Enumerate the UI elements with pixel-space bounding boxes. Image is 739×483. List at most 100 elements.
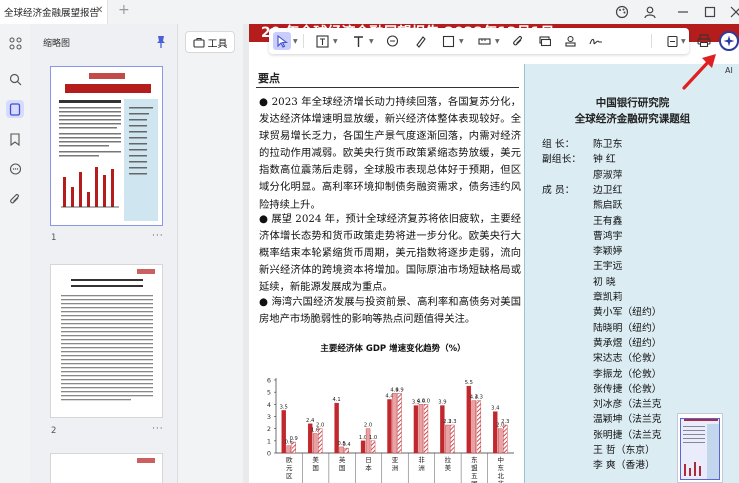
text-tool-icon[interactable] — [349, 32, 367, 50]
bar-value-label: 4.9 — [395, 387, 403, 393]
page-number-1: 1 — [51, 233, 57, 243]
left-rail — [0, 24, 30, 483]
x-category-label: 英 — [339, 455, 346, 464]
team-member-name: 宋达志（伦敦） — [593, 353, 662, 365]
org-name: 中国银行研究院 — [595, 97, 670, 109]
gdp-bar — [392, 393, 397, 454]
comment-icon[interactable] — [6, 160, 24, 178]
gdp-bar — [360, 440, 366, 454]
gdp-bar — [397, 393, 402, 454]
bar-value-label: 2.0 — [364, 423, 372, 429]
page-1-more-button[interactable]: ··· — [152, 231, 164, 241]
x-category-label: 北 — [498, 472, 505, 480]
page-thumbnail-2[interactable] — [50, 264, 163, 418]
document-viewport[interactable]: 20 年全球经济金融展望报告 2022年12月1日 要点 ● 2023 年全球经… — [243, 24, 739, 483]
bar-value-label: 4.3 — [475, 395, 483, 401]
signature-icon[interactable] — [587, 32, 605, 50]
team-member-name: 李颖婷 — [593, 246, 623, 258]
user-account-icon[interactable] — [641, 3, 659, 21]
x-category-label: 洲 — [418, 464, 425, 472]
page-thumbnail-1[interactable] — [50, 66, 163, 226]
y-tick-label: 6 — [267, 377, 271, 385]
toolbox-icon — [192, 37, 205, 48]
team-member-name: 刘冰彦（法兰克 — [593, 399, 662, 411]
tab-close-button[interactable]: ✕ — [95, 5, 103, 16]
x-category-label: 非 — [498, 479, 505, 483]
minimize-icon[interactable] — [674, 3, 692, 21]
x-category-label: 盟 — [471, 464, 478, 472]
ai-sparkle-icon — [723, 35, 735, 47]
search-icon[interactable] — [6, 70, 24, 88]
x-category-label: 元 — [286, 464, 293, 472]
gdp-bar — [317, 428, 323, 454]
x-category-label: 东 — [498, 463, 505, 472]
title-bar: 全球经济金融展望报告 ✕ + — [0, 0, 739, 24]
highlighter-icon[interactable] — [411, 32, 429, 50]
maximize-icon[interactable] — [701, 3, 719, 21]
pdf-reader-window: 全球经济金融展望报告 ✕ + 缩略图 1 ··· 2 ··· 工具 要点 ● 2… — [0, 0, 739, 483]
red-pointer-arrow — [682, 54, 716, 90]
page-2-more-button[interactable]: ··· — [152, 424, 164, 434]
paragraph-2: ● 展望 2024 年，预计全球经济复苏将依旧疲软，主要经济体增长态势和货币政策… — [259, 213, 521, 294]
grid-view-icon[interactable] — [6, 34, 24, 52]
team-member-name: 黄承煜（纽约） — [593, 337, 662, 349]
page-1-preview — [59, 73, 158, 221]
x-category-label: 东 — [471, 455, 478, 464]
y-tick-label: 0 — [267, 450, 271, 458]
team-member-name: 李 爽（香港） — [593, 460, 655, 472]
bookmark-icon[interactable] — [6, 130, 24, 148]
measure-icon[interactable] — [475, 32, 493, 50]
select-cursor-icon[interactable] — [273, 32, 291, 50]
team-role: 副组长： — [542, 154, 582, 166]
ocr-icon[interactable] — [663, 32, 681, 50]
team-member-name: 曹鸿宇 — [593, 230, 623, 242]
gdp-bar — [286, 445, 291, 454]
tools-button[interactable]: 工具 — [185, 31, 235, 53]
chart-title: 主要经济体 GDP 增速变化趋势（%） — [320, 343, 465, 354]
page-2-preview — [61, 269, 155, 401]
tab-title: 全球经济金融展望报告 — [4, 8, 100, 19]
team-member-name: 初 晓 — [593, 276, 616, 288]
pin-icon[interactable] — [154, 34, 168, 48]
team-role: 组 长： — [542, 139, 575, 150]
ai-assistant-button[interactable] — [719, 31, 739, 51]
page-thumbnail-3[interactable] — [50, 453, 163, 483]
attach-file-icon[interactable] — [509, 32, 527, 50]
ai-label: AI — [725, 66, 733, 75]
new-tab-button[interactable]: + — [118, 2, 130, 18]
bar-value-label: 0.4 — [342, 442, 351, 448]
stamp-icon[interactable] — [561, 32, 579, 50]
x-category-label: 美 — [445, 463, 452, 472]
gdp-bar — [312, 433, 318, 454]
x-category-label: 洲 — [392, 464, 399, 472]
bar-value-label: 4.0 — [422, 398, 430, 404]
text-box-icon[interactable] — [313, 32, 331, 50]
gdp-bar — [450, 424, 455, 454]
team-member-name: 李振龙（伦敦） — [593, 368, 662, 380]
x-category-label: 日 — [365, 456, 372, 464]
bar-value-label: 2.4 — [306, 418, 315, 424]
close-window-icon[interactable] — [727, 3, 739, 21]
document-tab[interactable]: 全球经济金融展望报告 — [0, 0, 108, 24]
stamp-layers-icon[interactable] — [535, 32, 553, 50]
bar-value-label: 5.5 — [465, 380, 473, 386]
y-tick-label: 4 — [267, 401, 271, 409]
gdp-bar — [476, 400, 482, 454]
bar-value-label: 2.3 — [448, 419, 456, 425]
navigator-viewport[interactable] — [680, 418, 720, 480]
annotation-toolbar: ▼ ▼ ▼ ▼ ▼ ▼ — [269, 28, 689, 54]
attachment-icon[interactable] — [6, 190, 24, 208]
team-member-name: 熊启跃 — [593, 200, 623, 212]
comment-bubble-icon[interactable] — [383, 32, 401, 50]
x-category-label: 亚 — [392, 456, 399, 464]
gdp-bar — [291, 441, 296, 454]
pdf-page-1: 20 年全球经济金融展望报告 2022年12月1日 要点 ● 2023 年全球经… — [249, 24, 739, 483]
gdp-bar — [370, 440, 376, 454]
y-tick-label: 2 — [267, 425, 271, 433]
palette-icon[interactable] — [613, 3, 631, 21]
gdp-bar — [344, 447, 349, 454]
thumbnails-icon[interactable] — [6, 100, 24, 118]
page-number-2: 2 — [51, 426, 57, 436]
shape-rectangle-icon[interactable] — [439, 32, 457, 50]
print-icon[interactable] — [695, 29, 713, 51]
